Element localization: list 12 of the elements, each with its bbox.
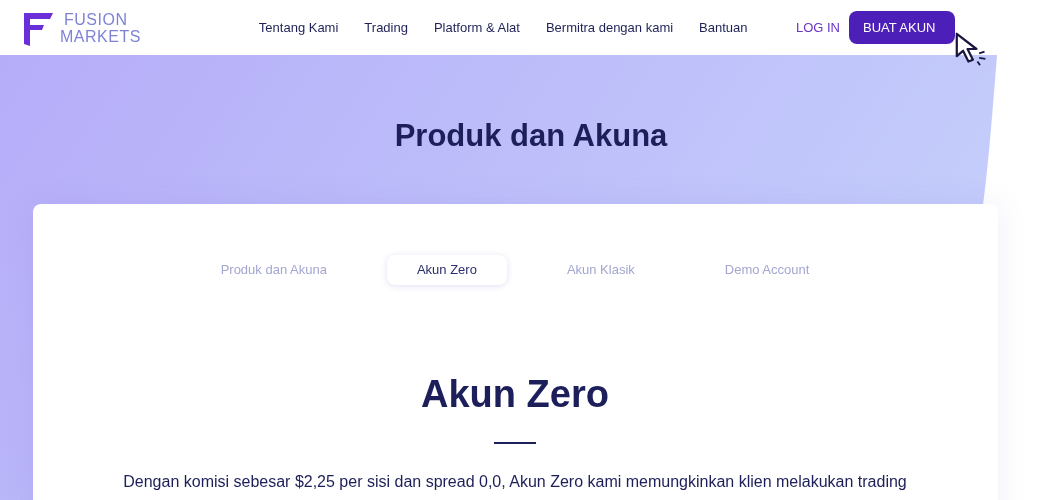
nav-link[interactable]: Bantuan: [699, 17, 748, 38]
section-title: Akun Zero: [421, 372, 609, 416]
signup-button[interactable]: BUAT AKUN: [849, 11, 955, 44]
tab[interactable]: Akun Zero: [386, 255, 507, 285]
login-link[interactable]: LOG IN: [795, 17, 840, 38]
nav-link[interactable]: Trading: [364, 17, 408, 38]
hero-title: Produk dan Akuna: [394, 118, 668, 154]
nav-link[interactable]: Tentang Kami: [258, 17, 339, 38]
logo-text: FUSION MARKETS: [60, 10, 141, 45]
nav-link[interactable]: Bermitra dengan kami: [545, 17, 674, 38]
nav-link[interactable]: Platform & Alat: [433, 17, 520, 38]
description: Dengan komisi sebesar $2,25 per sisi dan spread 0,0, Akun Zero kami memungkinkan klien melakukan trading: [123, 472, 907, 492]
